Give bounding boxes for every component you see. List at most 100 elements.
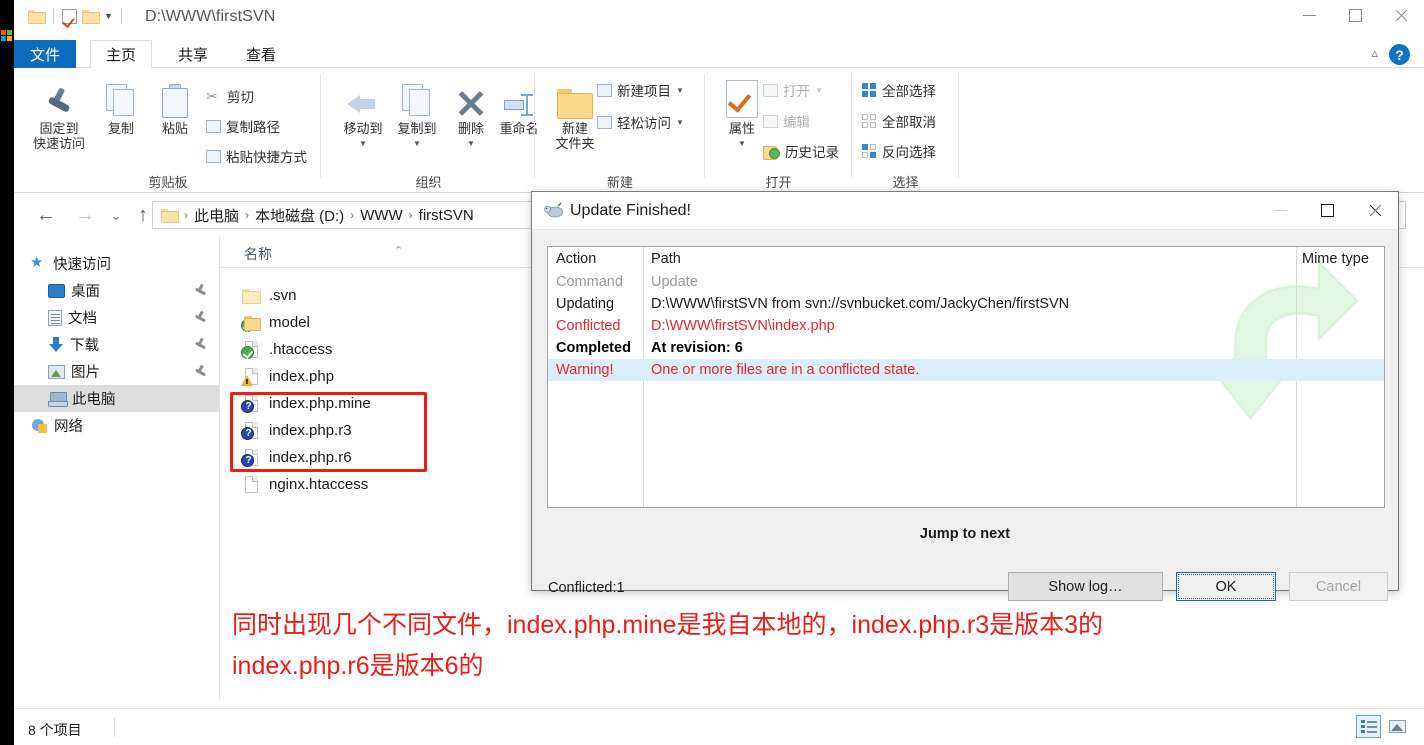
select-all-button[interactable]: 全部选择 <box>862 80 936 100</box>
breadcrumb-separator: › <box>184 208 188 222</box>
sidebar-item[interactable]: 文档 <box>14 304 219 331</box>
details-view-button[interactable] <box>1356 715 1381 738</box>
file-list-item[interactable]: .svn <box>220 282 560 309</box>
log-row[interactable]: Completed At revision: 6 <box>548 337 1384 359</box>
sidebar-item-label: 此电脑 <box>72 392 116 408</box>
ribbon-group-organize: 移动到 ▼ 复制到 ▼ 删除 ▼ 重命名 组织 <box>322 68 539 193</box>
collapse-ribbon-icon[interactable]: ▵ <box>1371 45 1378 61</box>
ok-button[interactable]: OK <box>1176 572 1276 601</box>
pin-icon[interactable] <box>194 311 207 324</box>
edit-button[interactable]: 编辑 <box>763 111 810 131</box>
chevron-down-icon[interactable]: ▼ <box>676 118 684 127</box>
log-row[interactable]: Updating D:\WWW\firstSVN from svn://svnbu… <box>548 293 1384 315</box>
pictures-icon <box>48 364 65 379</box>
history-icon <box>763 144 780 160</box>
select-none-icon <box>862 113 877 129</box>
pin-icon[interactable] <box>194 365 207 378</box>
recent-locations-button[interactable]: ⌄ <box>102 201 130 229</box>
breadcrumb-www[interactable]: WWW <box>360 207 402 224</box>
tab-view[interactable]: 查看 <box>230 40 292 68</box>
log-header-action[interactable]: Action <box>548 251 643 267</box>
pin-icon[interactable] <box>194 338 207 351</box>
back-button[interactable]: ← <box>32 201 60 229</box>
clipboard-icon <box>162 84 188 118</box>
tab-file[interactable]: 文件 <box>14 40 76 68</box>
log-header-mime[interactable]: Mime type <box>1294 251 1384 267</box>
easy-access-label: 轻松访问 <box>617 116 671 131</box>
chevron-down-icon[interactable]: ▼ <box>332 136 394 151</box>
paste-shortcut-button[interactable]: 粘贴快捷方式 <box>206 146 307 166</box>
tab-home[interactable]: 主页 <box>90 40 152 68</box>
dialog-minimize-button[interactable] <box>1257 192 1304 229</box>
file-list-item[interactable]: nginx.htaccess <box>220 471 560 498</box>
large-icons-view-button[interactable] <box>1385 715 1410 738</box>
folder-icon[interactable] <box>28 9 46 24</box>
dialog-maximize-button[interactable] <box>1304 192 1351 229</box>
paste-button[interactable]: 粘贴 <box>144 76 206 136</box>
sidebar-item[interactable]: 快速访问 <box>14 250 219 277</box>
jump-to-next-label[interactable]: Jump to next <box>532 526 1398 542</box>
help-icon[interactable]: ? <box>1389 44 1410 65</box>
sidebar-item[interactable]: 图片 <box>14 358 219 385</box>
sidebar-item[interactable]: 此电脑 <box>14 385 219 412</box>
annotation-line-1: 同时出现几个不同文件，index.php.mine是我自本地的，index.ph… <box>232 611 1104 639</box>
copy-path-button[interactable]: 复制路径 <box>206 116 280 136</box>
log-header-path[interactable]: Path <box>643 251 1294 267</box>
file-list-item[interactable]: model <box>220 309 560 336</box>
clipboard-group-label: 剪贴板 <box>148 175 188 190</box>
tab-share[interactable]: 共享 <box>162 40 224 68</box>
chevron-down-icon[interactable]: ▼ <box>815 86 823 95</box>
open-button[interactable]: 打开 ▼ <box>763 80 823 100</box>
breadcrumb-local-disk[interactable]: 本地磁盘 (D:) <box>255 205 344 226</box>
pin-icon[interactable] <box>194 284 207 297</box>
file-list-item[interactable]: index.php <box>220 363 560 390</box>
windows-logo-icon[interactable] <box>0 30 14 54</box>
cut-button[interactable]: ✂ 剪切 <box>206 86 254 106</box>
show-log-button[interactable]: Show log… <box>1008 572 1163 601</box>
properties-check-icon[interactable] <box>62 8 77 24</box>
new-folder-label-line2: 文件夹 <box>555 136 595 151</box>
minimize-button[interactable] <box>1286 0 1332 31</box>
history-button[interactable]: 历史记录 <box>763 141 839 161</box>
chevron-down-icon[interactable]: ▼ <box>676 86 684 95</box>
easy-access-button[interactable]: 轻松访问 ▼ <box>597 112 684 132</box>
forward-button[interactable]: → <box>71 201 99 229</box>
annotation-text: 同时出现几个不同文件，index.php.mine是我自本地的，index.ph… <box>232 605 1422 687</box>
move-to-button[interactable]: 移动到 ▼ <box>332 76 394 151</box>
scissors-icon: ✂ <box>206 88 218 104</box>
new-item-button[interactable]: 新建项目 ▼ <box>597 80 684 100</box>
chevron-down-icon[interactable]: ▼ <box>386 136 448 151</box>
select-none-button[interactable]: 全部取消 <box>862 111 936 131</box>
sidebar-item[interactable]: 桌面 <box>14 277 219 304</box>
select-group-label: 选择 <box>892 175 919 190</box>
sidebar-item[interactable]: 网络 <box>14 412 219 439</box>
invert-selection-button[interactable]: 反向选择 <box>862 141 936 161</box>
new-item-label: 新建项目 <box>617 84 671 99</box>
history-label: 历史记录 <box>785 145 839 160</box>
close-button[interactable] <box>1378 0 1424 31</box>
log-list[interactable]: Action Path Mime type Command Update Updat… <box>547 246 1385 508</box>
maximize-button[interactable] <box>1332 0 1378 31</box>
log-path: D:\WWW\firstSVN\index.php <box>651 318 835 334</box>
breadcrumb-firstsvn[interactable]: firstSVN <box>419 207 474 224</box>
copy-to-button[interactable]: 复制到 ▼ <box>386 76 448 151</box>
new-group-label: 新建 <box>606 175 633 190</box>
log-row[interactable]: Conflicted D:\WWW\firstSVN\index.php <box>548 315 1384 337</box>
pin-to-quick-access-button[interactable]: 固定到 快速访问 <box>28 76 90 151</box>
breadcrumb-this-pc[interactable]: 此电脑 <box>194 205 239 226</box>
sidebar-item-label: 文档 <box>68 311 97 327</box>
download-icon <box>48 336 64 353</box>
file-list-item[interactable]: .htaccess <box>220 336 560 363</box>
new-folder-icon[interactable] <box>82 9 100 24</box>
copy-path-label: 复制路径 <box>226 120 280 135</box>
log-row[interactable]: Warning! One or more files are in a confl… <box>548 359 1384 381</box>
column-header-name[interactable]: 名称 <box>244 244 272 264</box>
copy-button[interactable]: 复制 <box>90 76 152 136</box>
quick-access-toolbar: ▼ <box>28 8 125 24</box>
log-row[interactable]: Command Update <box>548 271 1384 293</box>
chevron-down-icon[interactable]: ▼ <box>104 11 113 21</box>
dialog-close-button[interactable] <box>1351 192 1398 229</box>
chevron-down-icon[interactable]: ▼ <box>440 136 502 151</box>
cancel-button[interactable]: Cancel <box>1289 572 1388 601</box>
sidebar-item[interactable]: 下载 <box>14 331 219 358</box>
